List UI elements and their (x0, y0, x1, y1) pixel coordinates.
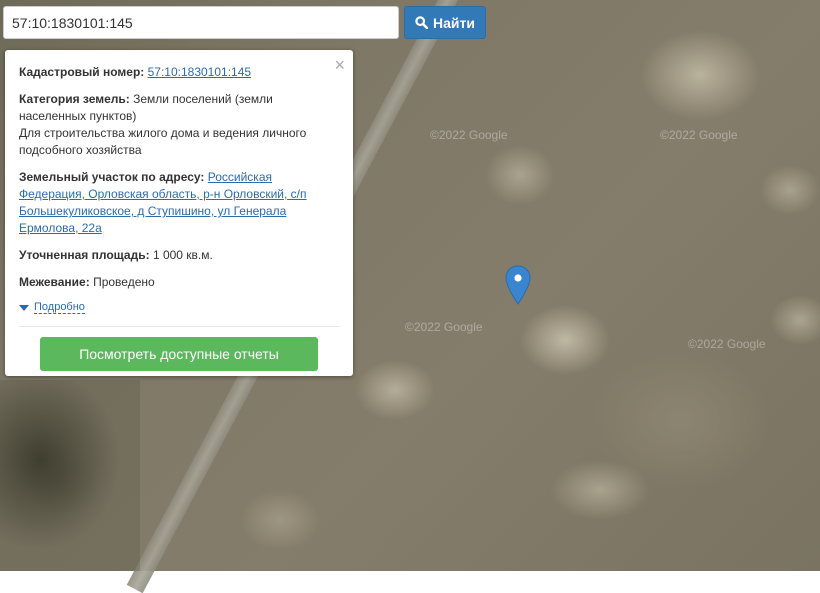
search-button[interactable]: Найти (404, 6, 486, 39)
map-watermark: ©2022 Google (660, 128, 738, 142)
details-label: Подробно (34, 301, 85, 314)
address-row: Земельный участок по адресу: Российская … (19, 169, 339, 237)
details-toggle[interactable]: Подробно (19, 301, 339, 314)
search-icon (415, 16, 429, 29)
area-row: Уточненная площадь: 1 000 кв.м. (19, 247, 339, 264)
cadastral-link[interactable]: 57:10:1830101:145 (148, 65, 251, 79)
view-reports-button[interactable]: Посмотреть доступные отчеты (40, 337, 318, 371)
popup-divider (19, 326, 339, 327)
close-icon[interactable]: × (334, 56, 345, 74)
map-marker-icon[interactable] (505, 265, 531, 305)
survey-label: Межевание: (19, 275, 90, 289)
search-input[interactable] (3, 6, 399, 39)
map-watermark: ©2022 Google (405, 320, 483, 334)
address-label: Земельный участок по адресу: (19, 170, 205, 184)
survey-value: Проведено (93, 275, 155, 289)
usage-text: Для строительства жилого дома и ведения … (19, 126, 307, 157)
map-watermark: ©2022 Google (430, 128, 508, 142)
category-row: Категория земель: Земли поселений (земли… (19, 91, 339, 159)
map-watermark: ©2022 Google (688, 337, 766, 351)
caret-down-icon (19, 304, 29, 311)
parcel-info-popup: × Кадастровый номер: 57:10:1830101:145 К… (5, 50, 353, 376)
category-label: Категория земель: (19, 92, 130, 106)
cadastral-label: Кадастровый номер: (19, 65, 145, 79)
cadastral-row: Кадастровый номер: 57:10:1830101:145 (19, 64, 339, 81)
area-label: Уточненная площадь: (19, 248, 150, 262)
survey-row: Межевание: Проведено (19, 274, 339, 291)
search-button-label: Найти (433, 14, 475, 31)
area-value: 1 000 кв.м. (152, 248, 213, 262)
map-trees (0, 380, 140, 571)
